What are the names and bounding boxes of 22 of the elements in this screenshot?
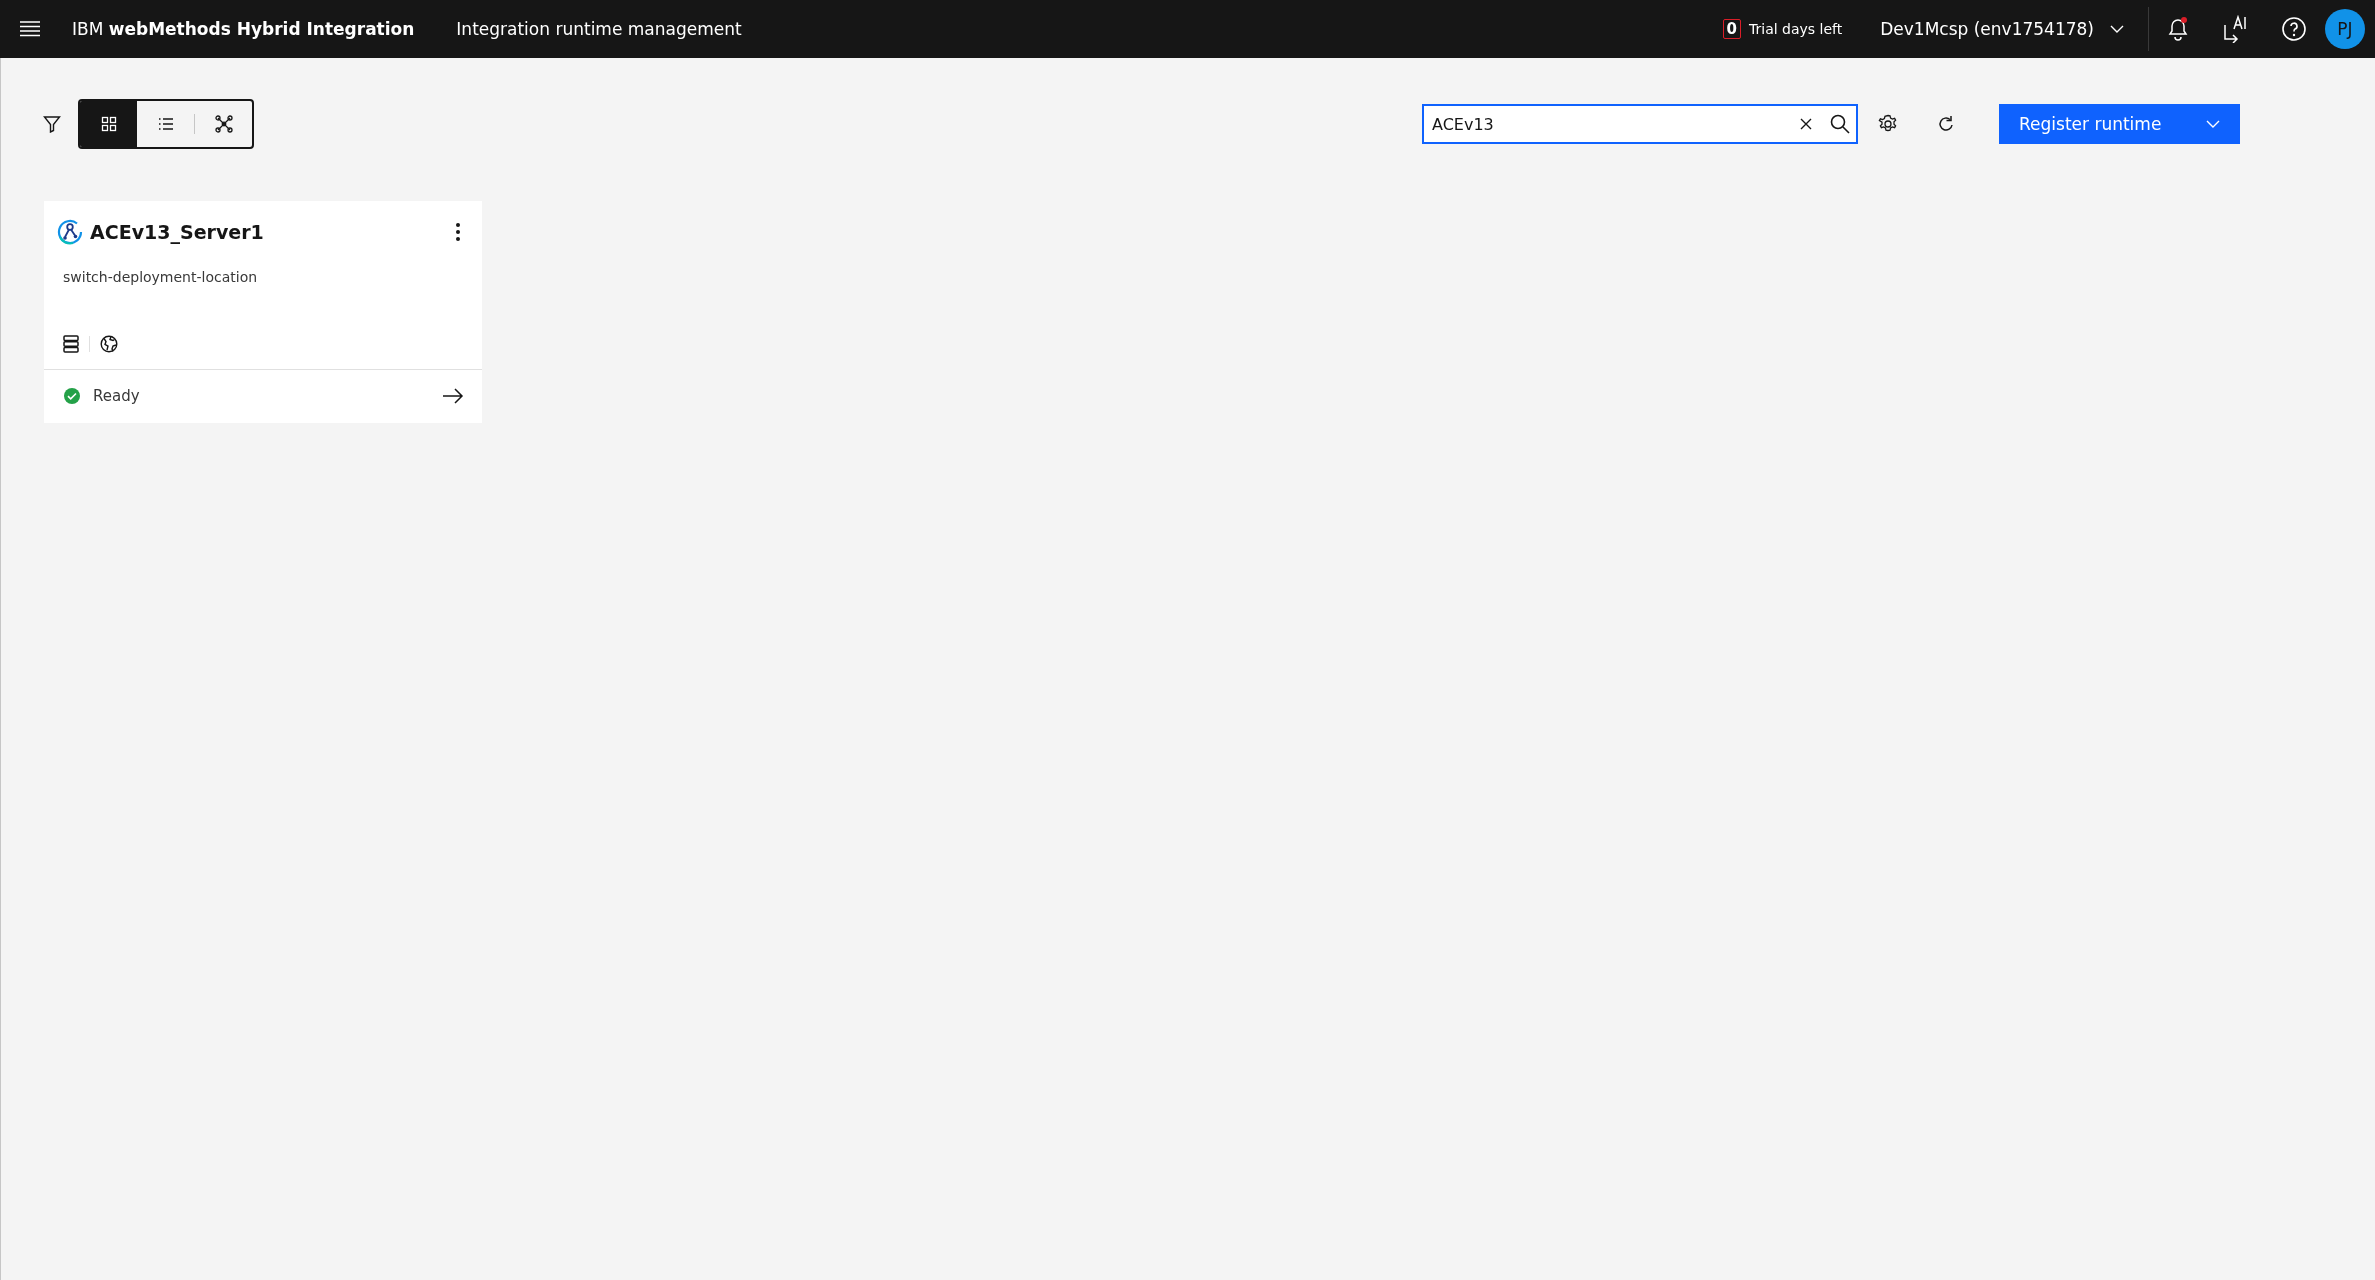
globe-icon bbox=[100, 335, 118, 353]
arrow-right-icon[interactable] bbox=[442, 388, 464, 404]
server-icon bbox=[63, 335, 79, 353]
grid-view-icon[interactable] bbox=[80, 101, 137, 147]
filter-icon[interactable] bbox=[43, 115, 61, 133]
product-name[interactable]: IBM webMethods Hybrid Integration bbox=[72, 19, 415, 39]
menu-icon[interactable] bbox=[19, 21, 41, 37]
runtime-name: ACEv13_Server1 bbox=[90, 221, 265, 243]
chevron-down-icon[interactable] bbox=[2110, 25, 2124, 33]
search-field[interactable]: ACEv13 bbox=[1422, 104, 1858, 144]
runtime-logo-icon bbox=[57, 219, 83, 245]
register-runtime-button[interactable]: Register runtime bbox=[1999, 104, 2240, 144]
status-label: Ready bbox=[93, 387, 141, 405]
runtime-description: switch-deployment-location bbox=[62, 268, 259, 285]
search-icon[interactable] bbox=[1830, 114, 1850, 134]
runtime-card[interactable]: ACEv13_Server1 switch-deployment-location Ready bbox=[44, 201, 482, 423]
environment-dropdown[interactable]: Dev1Mcsp (env1754178) bbox=[1880, 19, 2124, 39]
trial-days-count: 0 bbox=[1722, 19, 1741, 39]
trial-days-label: Trial days left bbox=[1749, 21, 1843, 37]
user-avatar[interactable]: PJ bbox=[2325, 9, 2365, 49]
page-title: Integration runtime management bbox=[456, 19, 742, 39]
chevron-down-icon bbox=[2206, 120, 2220, 128]
